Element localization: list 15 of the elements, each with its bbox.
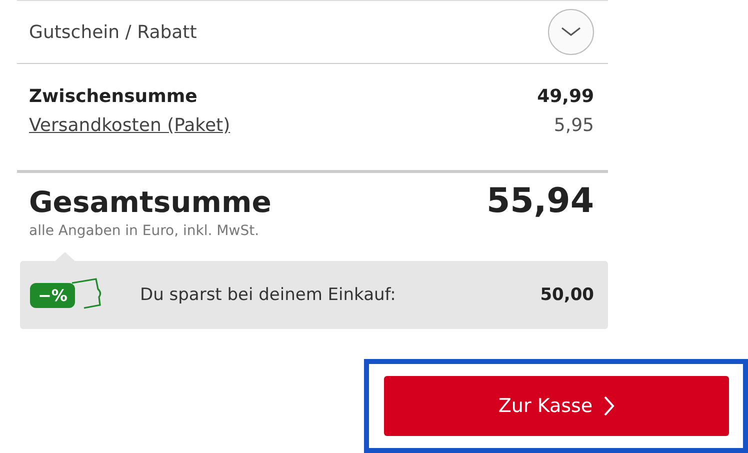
chevron-icon: [561, 27, 581, 37]
savings-label: Du sparst bei deinem Einkauf:: [140, 285, 397, 305]
total-label: Gesamtsumme: [29, 185, 272, 219]
tax-note: alle Angaben in Euro, inkl. MwSt.: [29, 223, 260, 239]
subtotal-label: Zwischensumme: [29, 85, 198, 109]
subtotal-value: 49,99: [537, 85, 594, 109]
shipping-link[interactable]: Versandkosten (Paket): [29, 112, 230, 140]
savings-value: 50,00: [540, 285, 594, 305]
coupon-label: Gutschein / Rabatt: [29, 22, 197, 42]
chevron-right-icon: [602, 395, 615, 417]
total-value: 55,94: [486, 181, 594, 221]
shipping-value: 5,95: [554, 115, 594, 136]
discount-badge: −%: [30, 282, 76, 308]
checkout-button[interactable]: Zur Kasse: [384, 376, 729, 436]
expand-button[interactable]: [548, 9, 594, 55]
